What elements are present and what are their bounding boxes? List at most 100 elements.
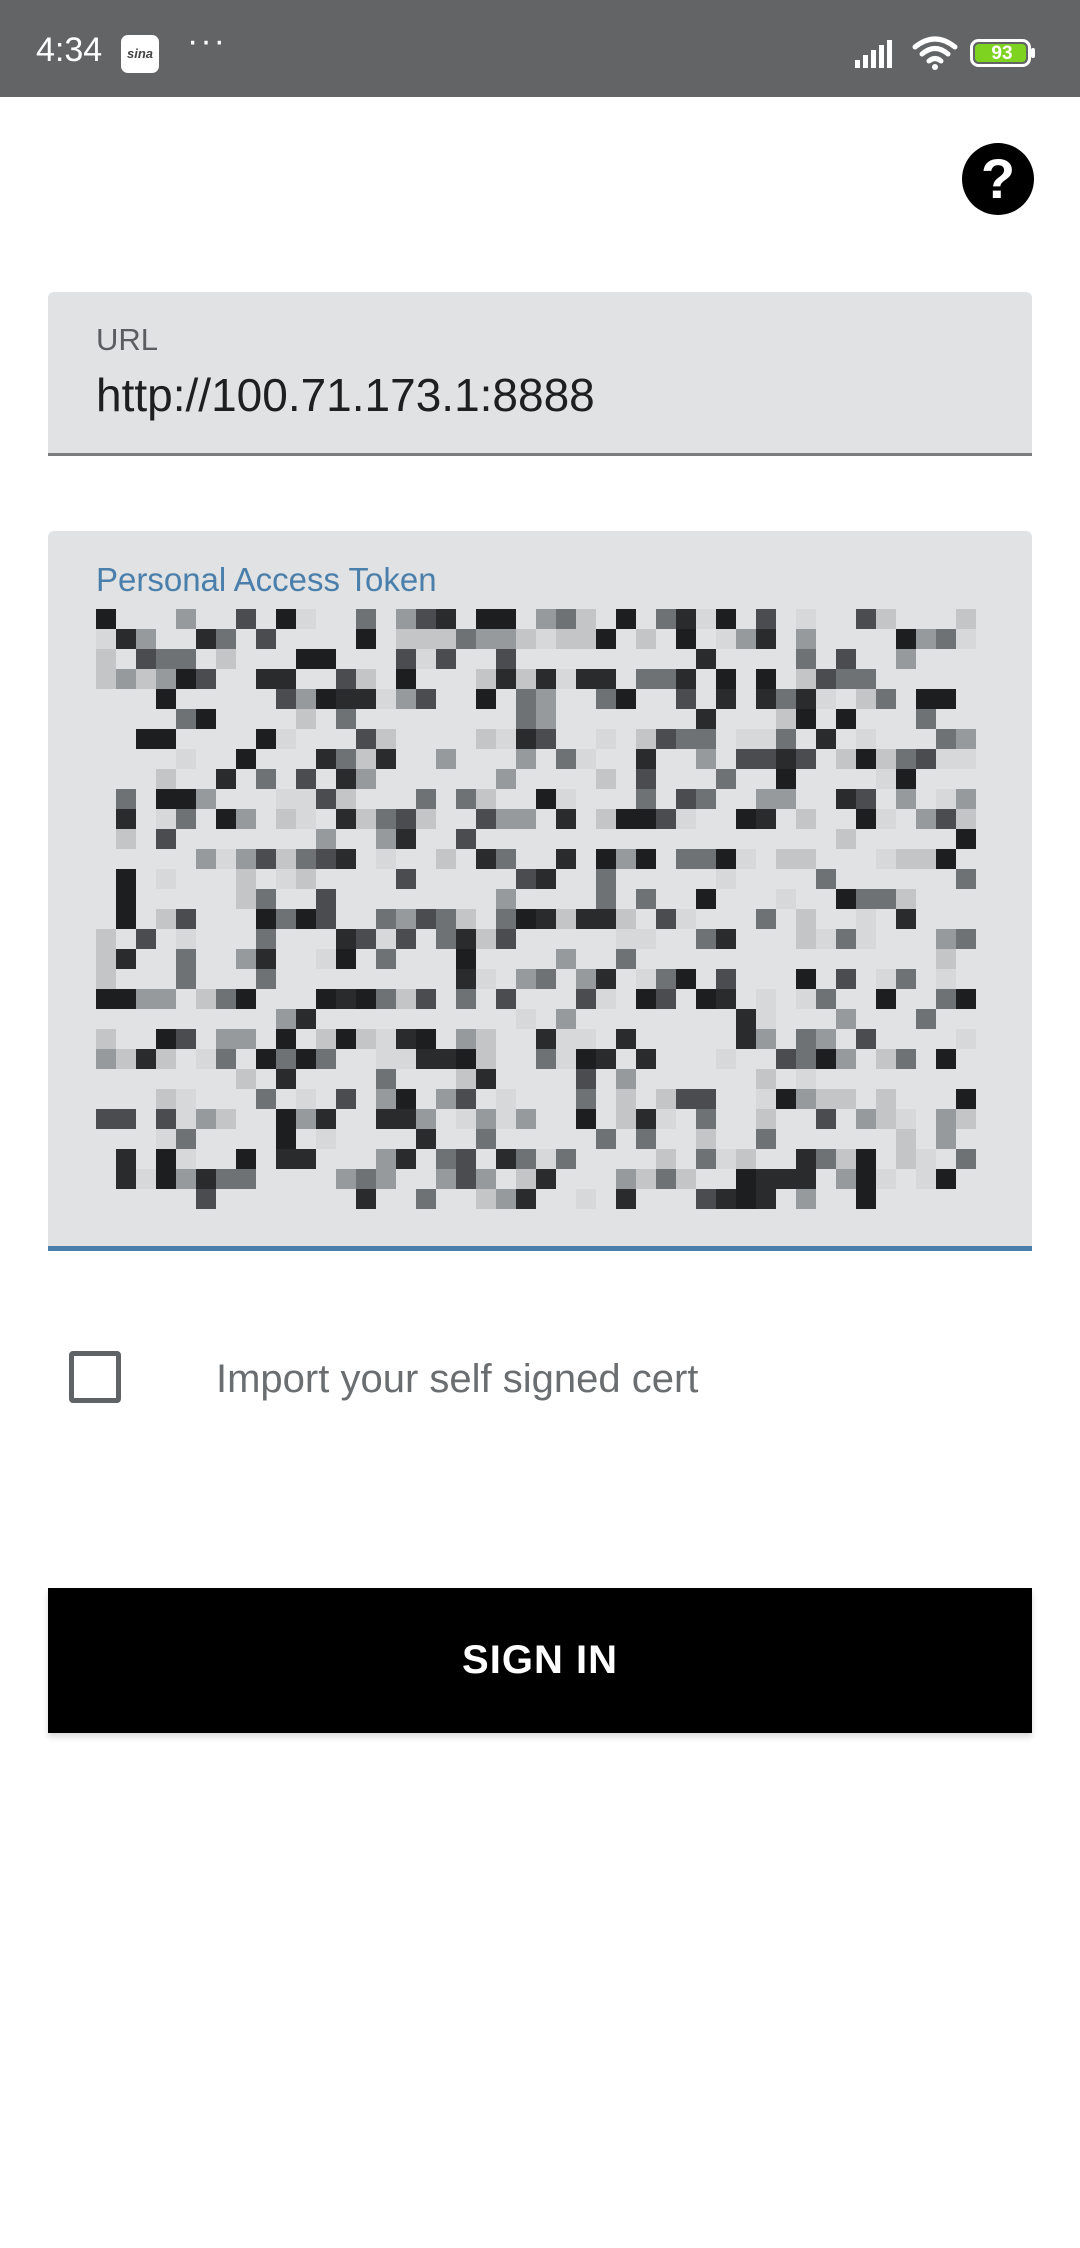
token-mosaic-pixel <box>776 1089 796 1109</box>
token-mosaic-pixel <box>796 709 816 729</box>
token-mosaic-pixel <box>936 629 956 649</box>
token-mosaic-pixel <box>156 1149 176 1169</box>
token-mosaic-pixel <box>156 729 176 749</box>
token-mosaic-pixel <box>496 889 516 909</box>
token-mosaic-pixel <box>596 909 616 929</box>
token-mosaic-pixel <box>436 1049 456 1069</box>
self-signed-cert-checkbox[interactable] <box>69 1351 121 1403</box>
token-mosaic-pixel <box>696 889 716 909</box>
token-mosaic-pixel <box>276 729 296 749</box>
token-mosaic-pixel <box>516 749 536 769</box>
token-mosaic-pixel <box>436 1089 456 1109</box>
more-notifications-icon: ··· <box>187 22 227 60</box>
token-mosaic-pixel <box>636 669 656 689</box>
token-mosaic-pixel <box>336 1089 356 1109</box>
token-mosaic-pixel <box>656 1149 676 1169</box>
token-mosaic-pixel <box>756 749 776 769</box>
token-mosaic-pixel <box>256 909 276 929</box>
token-mosaic-pixel <box>176 1129 196 1149</box>
token-mosaic-pixel <box>596 849 616 869</box>
token-mosaic-pixel <box>476 1129 496 1149</box>
token-mosaic-pixel <box>276 909 296 929</box>
token-mosaic-pixel <box>336 789 356 809</box>
token-mosaic-pixel <box>116 829 136 849</box>
token-mosaic-pixel <box>156 909 176 929</box>
token-mosaic-pixel <box>196 789 216 809</box>
token-mosaic-pixel <box>856 1169 876 1189</box>
token-mosaic-pixel <box>896 769 916 789</box>
token-mosaic-pixel <box>676 669 696 689</box>
token-mosaic-pixel <box>596 809 616 829</box>
token-mosaic-pixel <box>236 889 256 909</box>
token-mosaic-pixel <box>356 669 376 689</box>
token-mosaic-pixel <box>476 669 496 689</box>
sign-in-button[interactable]: SIGN IN <box>48 1588 1032 1733</box>
token-mosaic-pixel <box>936 1049 956 1069</box>
url-input[interactable]: http://100.71.173.1:8888 <box>96 368 595 422</box>
token-mosaic-pixel <box>676 909 696 929</box>
token-mosaic-pixel <box>676 1169 696 1189</box>
token-mosaic-pixel <box>596 889 616 909</box>
token-mosaic-pixel <box>356 689 376 709</box>
token-mosaic-pixel <box>796 809 816 829</box>
token-mosaic-pixel <box>96 1109 116 1129</box>
token-mosaic-pixel <box>236 809 256 829</box>
token-mosaic-pixel <box>176 749 196 769</box>
token-mosaic-pixel <box>896 969 916 989</box>
token-mosaic-pixel <box>416 789 436 809</box>
token-mosaic-pixel <box>356 729 376 749</box>
token-mosaic-pixel <box>836 1009 856 1029</box>
token-mosaic-pixel <box>816 929 836 949</box>
token-mosaic-pixel <box>236 1169 256 1189</box>
token-mosaic-pixel <box>576 909 596 929</box>
token-mosaic-pixel <box>856 689 876 709</box>
token-mosaic-pixel <box>576 669 596 689</box>
token-mosaic-pixel <box>896 1049 916 1069</box>
token-mosaic-pixel <box>596 989 616 1009</box>
token-mosaic-pixel <box>756 1009 776 1029</box>
token-field[interactable]: Personal Access Token <box>48 531 1032 1251</box>
token-mosaic-pixel <box>796 1089 816 1109</box>
token-input-obscured[interactable] <box>96 609 978 1209</box>
token-mosaic-pixel <box>576 1189 596 1209</box>
token-mosaic-pixel <box>236 869 256 889</box>
token-mosaic-pixel <box>416 809 436 829</box>
token-mosaic-pixel <box>376 1049 396 1069</box>
token-mosaic-pixel <box>636 809 656 829</box>
token-mosaic-pixel <box>576 969 596 989</box>
token-mosaic-pixel <box>956 1109 976 1129</box>
token-mosaic-pixel <box>796 649 816 669</box>
token-mosaic-pixel <box>196 849 216 869</box>
token-mosaic-pixel <box>896 849 916 869</box>
token-mosaic-pixel <box>476 809 496 829</box>
token-mosaic-pixel <box>316 749 336 769</box>
token-mosaic-pixel <box>296 809 316 829</box>
token-mosaic-pixel <box>536 1169 556 1189</box>
token-mosaic-pixel <box>856 1029 876 1049</box>
token-mosaic-pixel <box>696 1089 716 1109</box>
token-mosaic-pixel <box>696 1149 716 1169</box>
token-mosaic-pixel <box>936 729 956 749</box>
token-mosaic-pixel <box>96 1029 116 1049</box>
token-mosaic-pixel <box>876 809 896 829</box>
token-mosaic-pixel <box>736 849 756 869</box>
token-mosaic-pixel <box>296 649 316 669</box>
help-button[interactable]: ? <box>962 143 1034 215</box>
url-field[interactable]: URL http://100.71.173.1:8888 <box>48 292 1032 456</box>
token-mosaic-pixel <box>956 809 976 829</box>
token-mosaic-pixel <box>616 909 636 929</box>
token-mosaic-pixel <box>656 989 676 1009</box>
token-mosaic-pixel <box>176 929 196 949</box>
token-mosaic-pixel <box>716 609 736 629</box>
token-mosaic-pixel <box>116 1049 136 1069</box>
token-mosaic-pixel <box>836 1089 856 1109</box>
token-mosaic-pixel <box>216 809 236 829</box>
token-mosaic-pixel <box>736 749 756 769</box>
token-mosaic-pixel <box>196 1109 216 1129</box>
token-mosaic-pixel <box>556 809 576 829</box>
token-mosaic-pixel <box>116 789 136 809</box>
token-mosaic-pixel <box>536 789 556 809</box>
token-mosaic-pixel <box>756 1109 776 1129</box>
token-mosaic-pixel <box>696 1109 716 1129</box>
token-mosaic-pixel <box>116 889 136 909</box>
